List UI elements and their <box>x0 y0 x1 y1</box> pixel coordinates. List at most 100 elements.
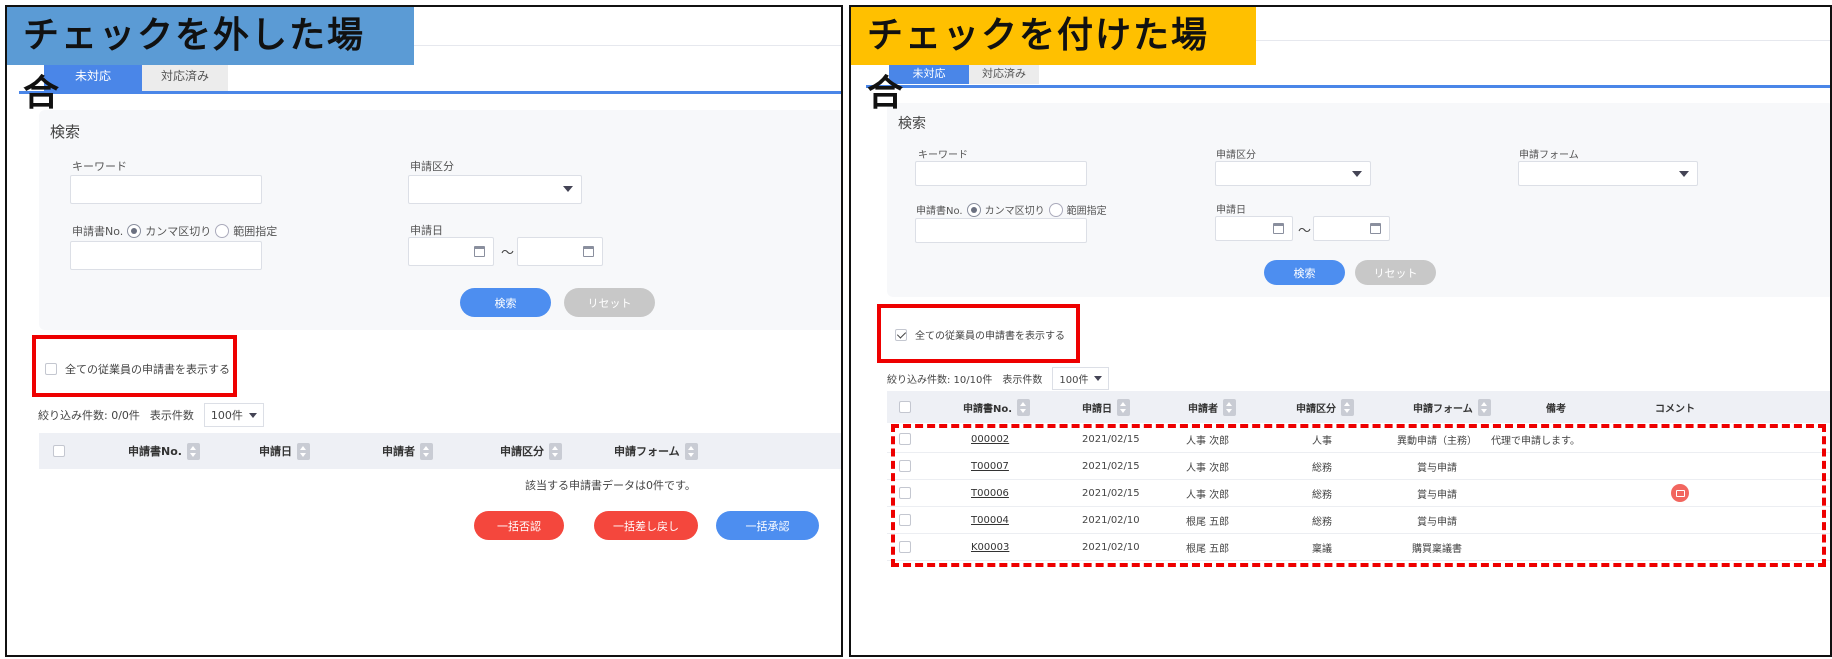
sort-icon[interactable] <box>420 442 433 460</box>
category-select[interactable] <box>1215 161 1371 186</box>
show-all-row: 全ての従業員の申請書を表示する <box>895 327 1065 342</box>
chevron-down-icon <box>563 186 573 192</box>
radio-range-label: 範囲指定 <box>1066 206 1107 217</box>
tab-underline <box>19 91 841 94</box>
category-label: 申請区分 <box>410 160 454 173</box>
keyword-label: キーワード <box>72 160 127 173</box>
sort-icon[interactable] <box>1477 398 1491 416</box>
col-label: 申請区分 <box>500 445 544 458</box>
radio-comma-label: カンマ区切り <box>145 225 212 238</box>
show-all-row: 全ての従業員の申請書を表示する <box>45 361 230 377</box>
col-label: 申請者 <box>382 445 415 458</box>
sort-icon[interactable] <box>1117 398 1130 416</box>
sort-icon[interactable] <box>1223 398 1236 416</box>
date-from-input[interactable] <box>408 237 494 266</box>
table-header: 申請書No. 申請日 申請者 申請区分 申請フォーム <box>39 433 841 469</box>
right-banner: チェックを付けた場合 <box>851 7 1256 114</box>
col-label: コメント <box>1655 403 1695 415</box>
search-card: 検索 キーワード 申請区分 申請書No. カンマ区切り 範囲指定 申請日 ～ 検… <box>39 110 841 330</box>
col-label: 申請日 <box>1082 403 1112 415</box>
chevron-down-icon <box>1352 171 1362 177</box>
select-all-checkbox[interactable] <box>899 401 911 413</box>
tab-underline <box>866 85 1830 88</box>
sort-icon[interactable] <box>1341 398 1354 416</box>
col-category[interactable]: 申請区分 <box>500 433 562 469</box>
radio-range[interactable] <box>1048 202 1063 217</box>
show-all-checkbox[interactable] <box>45 363 57 375</box>
category-label: 申請区分 <box>1216 150 1256 161</box>
reset-button[interactable]: リセット <box>564 288 655 317</box>
keyword-input[interactable] <box>915 161 1087 186</box>
show-all-checkbox[interactable] <box>895 328 907 341</box>
highlight-dashed-box <box>891 424 1826 567</box>
date-label: 申請日 <box>1216 205 1246 216</box>
chevron-down-icon <box>1679 171 1689 177</box>
left-panel: チェックを外した場合 未対応 対応済み 検索 キーワード 申請区分 申請書No.… <box>5 5 843 657</box>
appno-radio-group: 申請書No. カンマ区切り 範囲指定 <box>72 223 277 239</box>
appno-radio-group: 申請書No. カンマ区切り 範囲指定 <box>916 202 1107 217</box>
radio-range-label: 範囲指定 <box>233 225 278 238</box>
col-date[interactable]: 申請日 <box>1082 391 1130 423</box>
col-date[interactable]: 申請日 <box>259 433 310 469</box>
calendar-icon[interactable] <box>1370 223 1381 234</box>
col-label: 申請日 <box>259 445 292 458</box>
date-label: 申請日 <box>410 224 443 237</box>
sort-icon[interactable] <box>1017 398 1031 416</box>
radio-comma-label: カンマ区切り <box>984 206 1045 217</box>
filter-count: 絞り込み件数: 0/0件 <box>38 409 140 422</box>
col-applicant[interactable]: 申請者 <box>382 433 433 469</box>
sort-icon[interactable] <box>549 442 562 460</box>
empty-message: 該当する申請書データは0件です。 <box>525 479 696 492</box>
calendar-icon[interactable] <box>583 246 594 257</box>
sort-icon[interactable] <box>186 442 200 460</box>
col-category[interactable]: 申請区分 <box>1296 391 1354 423</box>
search-button[interactable]: 検索 <box>1264 260 1345 285</box>
radio-comma[interactable] <box>966 202 981 217</box>
table-header: 申請書No. 申請日 申請者 申請区分 申請フォーム 備考 コメント <box>887 391 1830 423</box>
right-panel: チェックを付けた場合 未対応 対応済み 検索 キーワード 申請区分 申請フォーム… <box>849 5 1832 657</box>
page-size-label: 表示件数 <box>149 409 194 422</box>
left-banner: チェックを外した場合 <box>7 7 414 114</box>
radio-comma[interactable] <box>127 224 142 238</box>
col-appno[interactable]: 申請書No. <box>963 391 1031 423</box>
page-size-select[interactable]: 100件 <box>203 403 264 427</box>
col-label: 申請書No. <box>963 403 1013 415</box>
col-appno[interactable]: 申請書No. <box>128 433 200 469</box>
search-title: 検索 <box>50 123 81 141</box>
form-label: 申請フォーム <box>1519 150 1579 161</box>
col-comment: コメント <box>1655 391 1695 423</box>
select-all-checkbox[interactable] <box>53 445 65 457</box>
search-card: 検索 キーワード 申請区分 申請フォーム 申請書No. カンマ区切り 範囲指定 … <box>887 103 1830 297</box>
bulk-deny-button[interactable]: 一括否認 <box>474 511 564 540</box>
date-to-input[interactable] <box>1313 216 1390 241</box>
page-size-select[interactable]: 100件 <box>1052 367 1110 390</box>
tab-handled[interactable]: 対応済み <box>969 62 1039 84</box>
col-note: 備考 <box>1546 391 1566 423</box>
page-size-value: 100件 <box>1059 375 1089 386</box>
date-to-input[interactable] <box>517 237 603 266</box>
category-select[interactable] <box>408 175 582 204</box>
sort-icon[interactable] <box>297 442 310 460</box>
chevron-down-icon <box>1094 376 1103 381</box>
radio-range[interactable] <box>215 224 230 238</box>
appno-label: 申請書No. <box>72 225 124 238</box>
search-button[interactable]: 検索 <box>460 288 551 317</box>
date-from-input[interactable] <box>1215 216 1293 241</box>
sort-icon[interactable] <box>684 442 698 460</box>
appno-input[interactable] <box>915 218 1087 243</box>
keyword-input[interactable] <box>70 175 262 204</box>
col-form[interactable]: 申請フォーム <box>614 433 698 469</box>
bulk-return-button[interactable]: 一括差し戻し <box>594 511 698 540</box>
show-all-label: 全ての従業員の申請書を表示する <box>65 363 230 376</box>
reset-button[interactable]: リセット <box>1355 260 1436 285</box>
bulk-approve-button[interactable]: 一括承認 <box>716 511 819 540</box>
calendar-icon[interactable] <box>474 246 485 257</box>
col-applicant[interactable]: 申請者 <box>1188 391 1236 423</box>
col-form[interactable]: 申請フォーム <box>1413 391 1491 423</box>
form-select[interactable] <box>1518 161 1698 186</box>
col-label: 申請フォーム <box>1413 403 1473 415</box>
col-label: 申請者 <box>1188 403 1218 415</box>
show-all-label: 全ての従業員の申請書を表示する <box>915 331 1065 342</box>
calendar-icon[interactable] <box>1273 223 1284 234</box>
appno-input[interactable] <box>70 241 262 270</box>
